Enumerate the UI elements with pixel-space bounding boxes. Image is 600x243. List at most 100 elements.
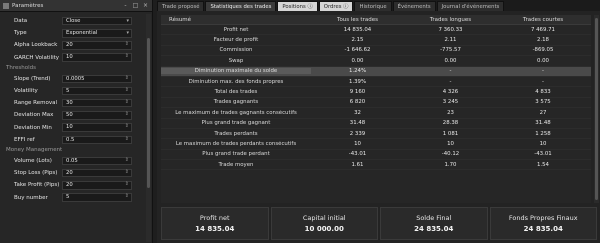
row-value: 7 469.71 <box>530 26 555 33</box>
row-value: - <box>449 68 452 75</box>
row-label: Trades perdants <box>214 130 258 137</box>
table-row[interactable]: Diminution max. des fonds propres 1.39% - - <box>161 77 591 88</box>
row-value: 2 339 <box>349 130 366 137</box>
table-row[interactable]: Commission -1 646.62 -775.57 -869.05 <box>161 46 591 57</box>
tab-0[interactable]: Trade proposé <box>157 1 205 11</box>
row-value: -869.05 <box>532 47 554 54</box>
row-value: 14 835.04 <box>343 26 372 33</box>
close-icon[interactable]: × <box>142 2 149 9</box>
table-row[interactable]: Plus grand trade perdant -43.01 -40.12 -43.… <box>161 150 591 161</box>
tab-3[interactable]: Ordres ⓘ <box>318 1 354 11</box>
row-value: 6 820 <box>349 99 366 106</box>
parameter-row: Stop Loss (Pips) 20 <box>0 167 147 179</box>
stats-scrollbar[interactable] <box>594 15 599 203</box>
parameter-label: Deviation Max <box>14 112 54 119</box>
row-value: 1.39% <box>348 78 367 85</box>
parameter-input[interactable]: 10 <box>62 123 132 132</box>
scrollbar-thumb[interactable] <box>147 38 150 188</box>
parameter-input[interactable]: 20 <box>62 41 132 50</box>
parameter-input[interactable]: 5 <box>62 86 132 96</box>
stats-table-header: Résumé Tous les trades Trades longues Tr… <box>161 15 591 25</box>
parameter-dropdown[interactable]: Close <box>62 16 132 26</box>
row-value: 1.61 <box>351 161 364 168</box>
summary-card: Solde Final 24 835.04 <box>380 207 488 240</box>
parameter-input[interactable]: 0.0005 <box>62 74 132 84</box>
row-value: 7 360.33 <box>438 26 463 33</box>
table-row[interactable]: Le maximum de trades gagnants consécutif… <box>161 108 591 119</box>
summary-card-title: Solde Final <box>416 214 452 222</box>
row-value: - <box>449 78 452 85</box>
parameter-row: Buy number 5 <box>0 191 147 203</box>
summary-card-title: Capital initial <box>302 214 346 222</box>
row-value: 31.48 <box>535 120 551 127</box>
parameter-label: Buy number <box>14 194 48 201</box>
parameter-label: Deviation Min <box>14 124 52 131</box>
tab-4[interactable]: Historique <box>354 1 392 11</box>
stats-table: Résumé Tous les trades Trades longues Tr… <box>161 15 591 203</box>
row-value: 1.24% <box>348 68 367 75</box>
row-value: 10 <box>354 140 361 147</box>
row-value: 0.00 <box>536 57 549 64</box>
tab-6[interactable]: Journal d'événements <box>436 1 505 11</box>
tab-5[interactable]: Événements <box>392 1 436 11</box>
parameters-panel: Paramètres - □ × Data Close Type Exponentia… <box>0 0 153 243</box>
parameter-input[interactable]: 5 <box>62 193 132 202</box>
parameter-input[interactable]: 10 <box>62 53 132 62</box>
table-row[interactable]: Plus grand trade gagnant 31.48 28.38 31.48 <box>161 119 591 129</box>
row-value: 2.15 <box>351 37 364 44</box>
row-label: Facteur de profit <box>213 37 259 44</box>
parameter-label: GARCH Volatility <box>14 54 60 61</box>
row-value: 2.18 <box>536 37 549 44</box>
row-value: -43.01 <box>348 151 367 158</box>
row-value: -43.01 <box>534 151 552 158</box>
header-all-trades[interactable]: Tous les trades <box>311 17 404 23</box>
table-row[interactable]: Total des trades 9 160 4 326 4 833 <box>161 87 591 98</box>
header-summary[interactable]: Résumé <box>161 17 311 23</box>
panel-icon <box>3 2 9 9</box>
parameter-input[interactable]: 20 <box>62 168 132 178</box>
parameter-input[interactable]: 0.5 <box>62 135 132 145</box>
table-row[interactable]: Trade moyen 1.61 1.70 1.54 <box>161 160 591 171</box>
table-row[interactable]: Profit net 14 835.04 7 360.33 7 469.71 <box>161 25 591 36</box>
section-header: Thresholds <box>6 64 36 71</box>
parameter-dropdown[interactable]: Exponential <box>62 29 132 38</box>
table-row[interactable]: Le maximum de trades perdants consécutif… <box>161 139 591 150</box>
tab-2[interactable]: Positions ⓘ <box>277 1 318 11</box>
table-row[interactable]: Facteur de profit 2.15 2.11 2.18 <box>161 35 591 46</box>
header-long-trades[interactable]: Trades longues <box>404 17 497 23</box>
row-value: 0.00 <box>444 57 457 64</box>
row-value: 4 326 <box>442 89 459 96</box>
minimize-icon[interactable]: - <box>122 2 129 9</box>
parameter-input[interactable]: 0.05 <box>62 156 132 166</box>
parameter-input[interactable]: 50 <box>62 111 132 120</box>
row-value: 3 245 <box>442 99 459 106</box>
summary-card: Fonds Propres Finaux 24 835.04 <box>489 207 597 240</box>
row-value: 1 081 <box>442 130 459 137</box>
tab-1[interactable]: Statistiques des trades <box>205 1 277 11</box>
row-value: -1 646.62 <box>344 47 371 54</box>
parameter-row: Deviation Min 10 <box>0 122 147 134</box>
table-row[interactable]: Trades perdants 2 339 1 081 1 258 <box>161 129 591 140</box>
parameter-row: Deviation Max 50 <box>0 109 147 121</box>
stats-table-body: Profit net 14 835.04 7 360.33 7 469.71 Facte… <box>161 25 591 171</box>
table-row[interactable]: Swap 0.00 0.00 0.00 <box>161 56 591 67</box>
row-value: 4 833 <box>535 89 551 96</box>
table-row[interactable]: Diminution maximale du solde 1.24% - - <box>161 66 591 77</box>
header-short-trades[interactable]: Trades courtes <box>497 17 589 23</box>
row-value: 27 <box>539 109 547 116</box>
parameter-label: Alpha Lookback <box>14 42 58 49</box>
parameter-input[interactable]: 30 <box>62 98 132 108</box>
parameter-row: Slope (Trend) 0.0005 <box>0 73 147 85</box>
scrollbar-thumb[interactable] <box>595 18 598 200</box>
row-label: Profit net <box>223 26 249 33</box>
parameter-row: Volume (Lots) 0.05 <box>0 155 147 167</box>
parameter-row: EFFI ref 0.5 <box>0 134 147 146</box>
parameter-input[interactable]: 20 <box>62 181 132 190</box>
parameters-scrollbar[interactable] <box>146 14 151 242</box>
parameter-label: Data <box>14 18 28 25</box>
row-label: Trade moyen <box>218 161 254 168</box>
row-value: 9 160 <box>349 89 366 96</box>
summary-card-value: 10 000.00 <box>304 225 344 233</box>
maximize-icon[interactable]: □ <box>132 2 139 9</box>
table-row[interactable]: Trades gagnants 6 820 3 245 3 575 <box>161 98 591 109</box>
